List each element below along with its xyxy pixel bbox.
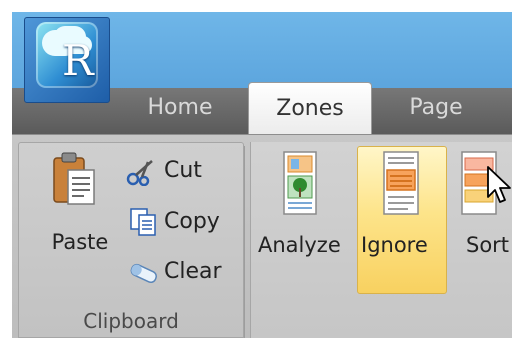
mouse-pointer-icon [487,166,511,203]
clear-label: Clear [164,259,222,284]
copy-icon [130,208,156,236]
clipboard-group-label: Clipboard [83,309,179,333]
ignore-zone-icon [383,151,419,215]
ignore-label: Ignore [361,233,428,257]
eraser-icon [130,263,158,284]
logo-letter: R [62,36,94,85]
sort-label: Sort [466,233,510,257]
analyze-zone-icon [283,151,317,215]
paste-label: Paste [51,230,109,254]
tab-zones[interactable]: Zones [248,82,372,134]
clipboard-paste-icon [53,152,95,205]
tab-home[interactable]: Home [128,82,232,134]
group-divider [244,146,245,338]
analyze-label: Analyze [258,233,341,257]
tab-page[interactable]: Page [384,82,488,134]
copy-label: Copy [164,209,220,234]
ribbon-divider [12,134,512,135]
cut-label: Cut [164,158,202,183]
scissors-icon [126,160,153,186]
